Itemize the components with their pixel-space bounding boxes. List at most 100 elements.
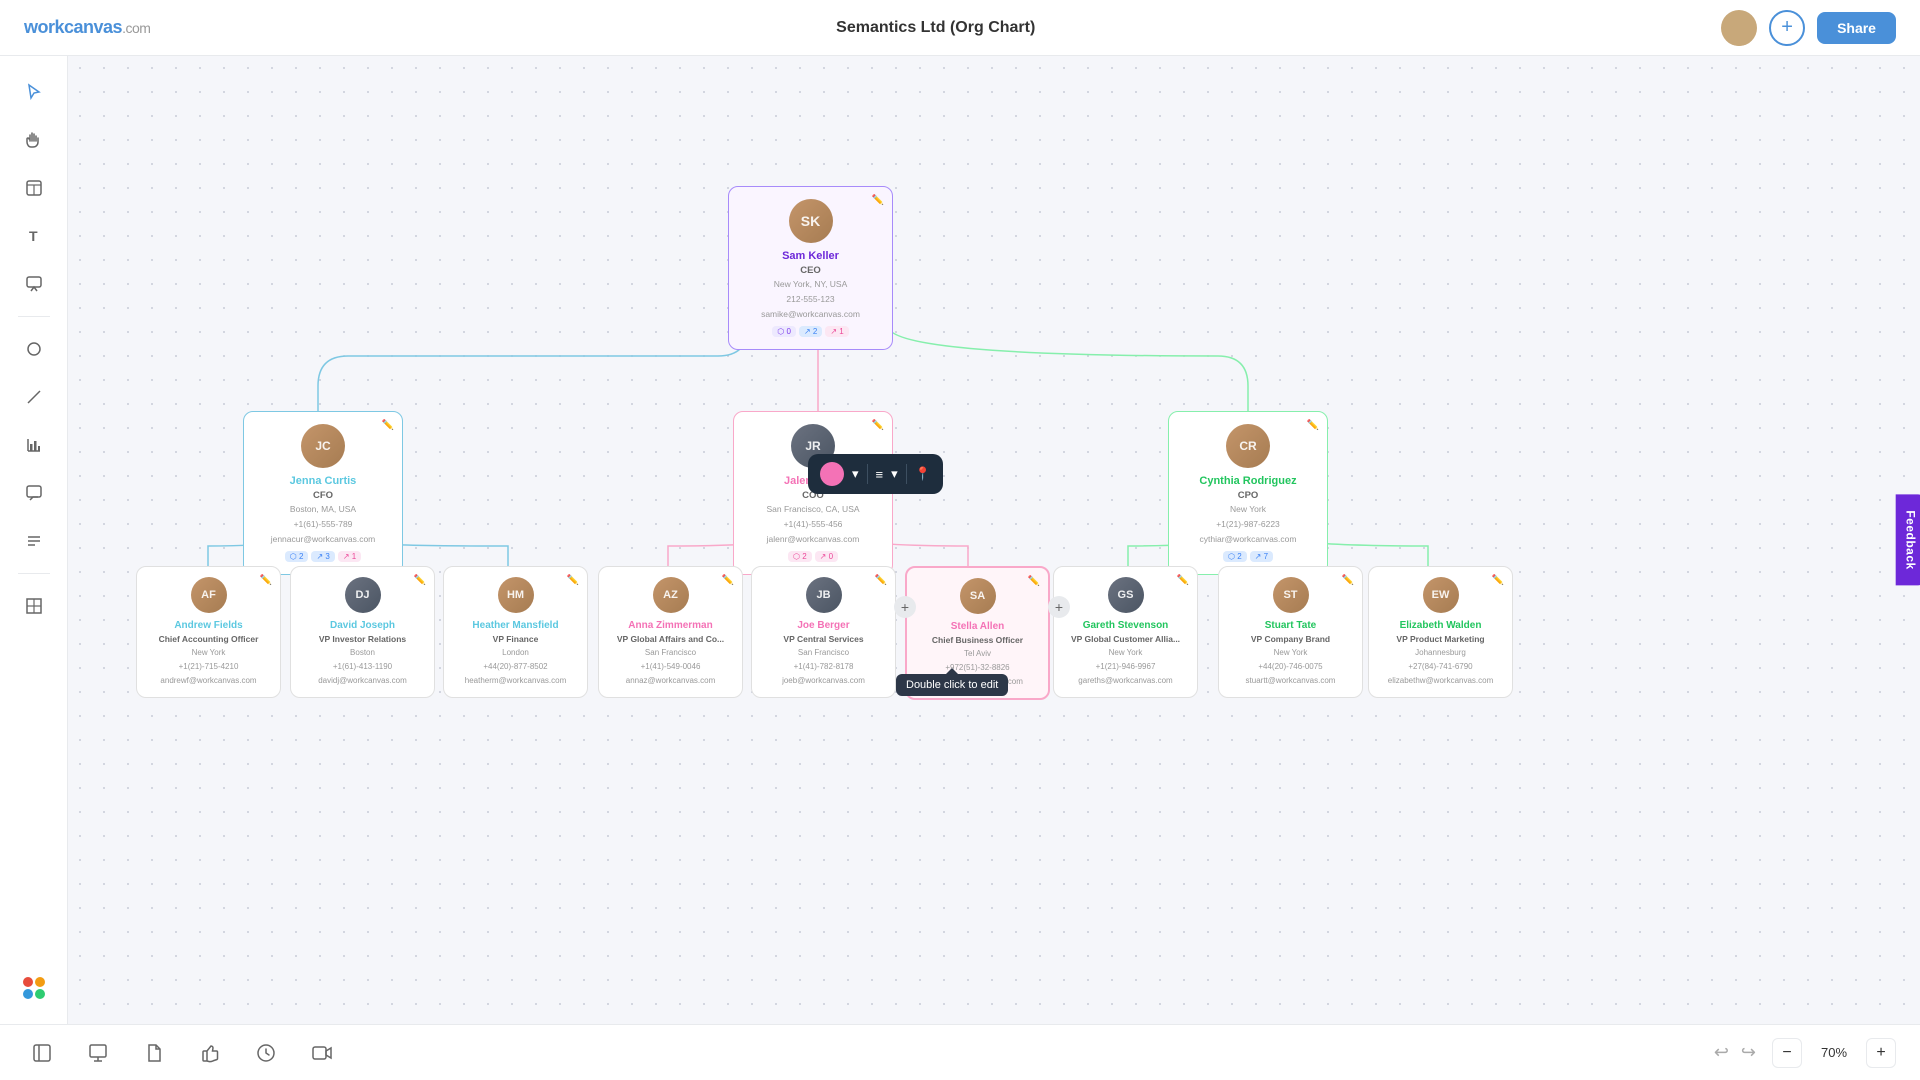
gareth-avatar: GS (1108, 577, 1144, 613)
ceo-phone: 212-555-123 (786, 294, 834, 306)
stuart-edit-icon[interactable]: ✏️ (1342, 575, 1354, 586)
heather-node[interactable]: ✏️ HM Heather Mansfield VP Finance Londo… (443, 566, 588, 698)
cfo-email: jennacur@workcanvas.com (271, 534, 376, 546)
annotation-icon[interactable] (14, 264, 54, 304)
thumbs-up-icon[interactable] (192, 1035, 228, 1071)
stella-location: Tel Aviv (964, 648, 991, 659)
stuart-email: stuartt@workcanvas.com (1246, 675, 1336, 686)
gareth-edit-icon[interactable]: ✏️ (1177, 575, 1189, 586)
anna-title: VP Global Affairs and Co... (617, 634, 724, 644)
cfo-badge-3: ↗ 1 (338, 551, 361, 562)
stuart-avatar: ST (1273, 577, 1309, 613)
ceo-node[interactable]: ✏️ SK Sam Keller CEO New York, NY, USA 2… (728, 186, 893, 350)
redo-button[interactable]: ↪ (1737, 1038, 1760, 1067)
sidebar-toggle-icon[interactable] (24, 1035, 60, 1071)
file-icon[interactable] (136, 1035, 172, 1071)
cpo-badge-1: ⬡ 2 (1223, 551, 1247, 562)
joe-node[interactable]: ✏️ JB Joe Berger VP Central Services San… (751, 566, 896, 698)
cfo-edit-icon[interactable]: ✏️ (382, 420, 394, 431)
app-logo-icon[interactable] (14, 968, 54, 1008)
ft-color-dropdown[interactable]: ▾ (852, 466, 859, 482)
coo-edit-icon[interactable]: ✏️ (872, 420, 884, 431)
ceo-avatar: SK (789, 199, 833, 243)
canvas-area[interactable]: ✏️ SK Sam Keller CEO New York, NY, USA 2… (68, 56, 1920, 1024)
anna-edit-icon[interactable]: ✏️ (722, 575, 734, 586)
andrew-title: Chief Accounting Officer (159, 634, 259, 644)
undo-button[interactable]: ↩ (1710, 1038, 1733, 1067)
ft-lines-btn[interactable]: ≡ (876, 467, 884, 482)
presentation-icon[interactable] (80, 1035, 116, 1071)
bottombar-left (24, 1035, 340, 1071)
andrew-name: Andrew Fields (174, 620, 242, 631)
david-title: VP Investor Relations (319, 634, 406, 644)
hand-tool-icon[interactable] (14, 120, 54, 160)
shape-icon[interactable] (14, 329, 54, 369)
gareth-node[interactable]: ✏️ GS Gareth Stevenson VP Global Custome… (1053, 566, 1198, 698)
heather-edit-icon[interactable]: ✏️ (567, 575, 579, 586)
add-node-btn-1[interactable]: + (894, 596, 916, 618)
feedback-tab[interactable]: Feedback (1895, 494, 1920, 585)
stella-tooltip: Double click to edit (896, 674, 1008, 696)
david-node[interactable]: ✏️ DJ David Joseph VP Investor Relations… (290, 566, 435, 698)
cfo-location: Boston, MA, USA (290, 504, 356, 516)
line-tool-icon[interactable] (14, 377, 54, 417)
joe-phone: +1(41)-782-8178 (794, 661, 854, 672)
david-edit-icon[interactable]: ✏️ (414, 575, 426, 586)
sidebar-divider-1 (18, 316, 50, 317)
joe-edit-icon[interactable]: ✏️ (875, 575, 887, 586)
anna-node[interactable]: ✏️ AZ Anna Zimmerman VP Global Affairs a… (598, 566, 743, 698)
cursor-tool-icon[interactable] (14, 72, 54, 112)
text-tool-icon[interactable]: T (14, 216, 54, 256)
andrew-email: andrewf@workcanvas.com (160, 675, 256, 686)
list-icon[interactable] (14, 521, 54, 561)
cfo-badges: ⬡ 2 ↗ 3 ↗ 1 (285, 551, 361, 562)
grid-icon[interactable] (14, 586, 54, 626)
gareth-name: Gareth Stevenson (1083, 620, 1169, 631)
cpo-title: CPO (1238, 490, 1259, 501)
clock-icon[interactable] (248, 1035, 284, 1071)
joe-title: VP Central Services (783, 634, 863, 644)
elizabeth-title: VP Product Marketing (1396, 634, 1484, 644)
topbar: workcanvas.com Semantics Ltd (Org Chart)… (0, 0, 1920, 56)
ceo-title: CEO (800, 265, 821, 276)
ft-color-circle[interactable] (820, 462, 844, 486)
elizabeth-edit-icon[interactable]: ✏️ (1492, 575, 1504, 586)
undo-redo-group: ↩ ↪ (1710, 1038, 1760, 1067)
table-icon[interactable] (14, 168, 54, 208)
stella-edit-icon[interactable]: ✏️ (1028, 576, 1040, 587)
add-node-btn-2[interactable]: + (1048, 596, 1070, 618)
ceo-badge-2: ↗ 2 (799, 326, 822, 337)
logo: workcanvas.com (24, 17, 150, 38)
ft-pin-btn[interactable]: 📍 (915, 466, 931, 482)
andrew-edit-icon[interactable]: ✏️ (260, 575, 272, 586)
zoom-out-button[interactable]: − (1772, 1038, 1802, 1068)
stuart-name: Stuart Tate (1265, 620, 1317, 631)
chat-icon[interactable] (14, 473, 54, 513)
andrew-phone: +1(21)-715-4210 (179, 661, 239, 672)
stuart-node[interactable]: ✏️ ST Stuart Tate VP Company Brand New Y… (1218, 566, 1363, 698)
stuart-title: VP Company Brand (1251, 634, 1330, 644)
cpo-node[interactable]: ✏️ CR Cynthia Rodriguez CPO New York +1(… (1168, 411, 1328, 575)
elizabeth-node[interactable]: ✏️ EW Elizabeth Walden VP Product Market… (1368, 566, 1513, 698)
video-icon[interactable] (304, 1035, 340, 1071)
ft-lines-dropdown[interactable]: ▾ (891, 466, 898, 482)
cpo-edit-icon[interactable]: ✏️ (1307, 420, 1319, 431)
cpo-email: cythiar@workcanvas.com (1200, 534, 1297, 546)
logo-domain: .com (122, 20, 150, 36)
zoom-in-button[interactable]: + (1866, 1038, 1896, 1068)
andrew-node[interactable]: ✏️ AF Andrew Fields Chief Accounting Off… (136, 566, 281, 698)
cpo-avatar: CR (1226, 424, 1270, 468)
sidebar-divider-2 (18, 573, 50, 574)
svg-text:T: T (29, 228, 38, 244)
gareth-email: gareths@workcanvas.com (1078, 675, 1172, 686)
heather-phone: +44(20)-877-8502 (483, 661, 547, 672)
add-button[interactable]: + (1769, 10, 1805, 46)
joe-email: joeb@workcanvas.com (782, 675, 865, 686)
ceo-edit-icon[interactable]: ✏️ (872, 195, 884, 206)
coo-location: San Francisco, CA, USA (766, 504, 859, 516)
cfo-node[interactable]: ✏️ JC Jenna Curtis CFO Boston, MA, USA +… (243, 411, 403, 575)
user-avatar[interactable] (1721, 10, 1757, 46)
ceo-badge-3: ↗ 1 (825, 326, 848, 337)
chart-icon[interactable] (14, 425, 54, 465)
share-button[interactable]: Share (1817, 12, 1896, 44)
